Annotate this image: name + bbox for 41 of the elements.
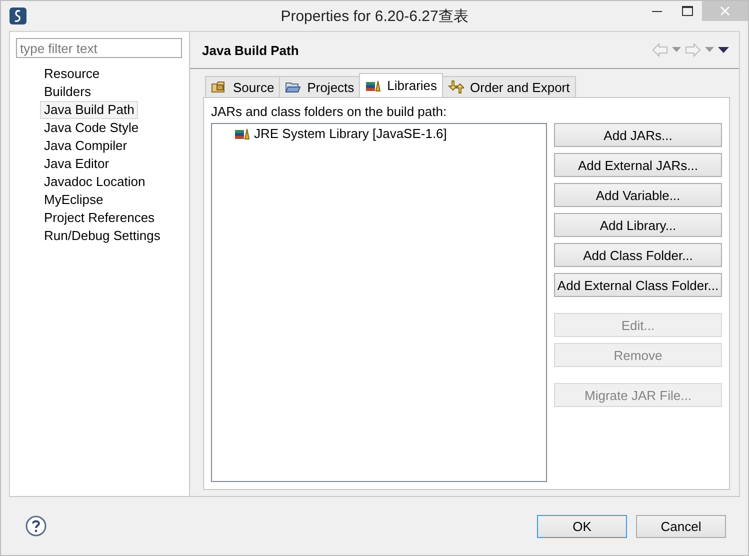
folder-package-icon — [211, 80, 227, 94]
forward-arrow-icon[interactable] — [685, 43, 701, 57]
dialog-button[interactable]: Cancel — [636, 514, 726, 538]
sidebar-item[interactable]: Java Code Style — [40, 119, 143, 137]
view-menu-icon[interactable] — [718, 46, 729, 54]
sidebar-item[interactable]: Javadoc Location — [40, 173, 150, 191]
sidebar-item[interactable]: Java Compiler — [40, 137, 132, 155]
tab[interactable]: Libraries — [359, 73, 444, 97]
up-down-arrows-icon — [448, 80, 464, 94]
tab[interactable]: Projects — [279, 76, 360, 97]
tab[interactable]: Order and Export — [442, 76, 576, 97]
tab[interactable]: Source — [205, 76, 280, 97]
books-icon — [365, 78, 382, 92]
sidebar-item[interactable]: Run/Debug Settings — [40, 227, 164, 245]
dialog-button[interactable]: OK — [537, 514, 627, 538]
back-arrow-icon[interactable] — [652, 43, 668, 57]
books-icon — [234, 126, 250, 140]
sidebar-item[interactable]: Builders — [40, 83, 95, 101]
open-folder-icon — [285, 80, 302, 94]
window-title: Properties for 6.20-6.27查表 — [280, 6, 470, 26]
dropdown-icon[interactable] — [705, 47, 714, 53]
app-icon — [9, 7, 27, 25]
filter-field[interactable]: type filter text — [16, 38, 182, 58]
action-button[interactable]: Add JARs... — [554, 123, 722, 147]
close-icon — [720, 6, 730, 16]
sidebar-item[interactable]: Project References — [40, 209, 159, 227]
sidebar-item[interactable]: Resource — [40, 65, 104, 83]
help-icon[interactable] — [25, 515, 47, 537]
library-entry[interactable]: JRE System Library [JavaSE-1.6] — [254, 126, 447, 141]
dropdown-icon[interactable] — [672, 47, 681, 53]
action-button[interactable]: Add Library... — [554, 213, 722, 237]
maximize-icon — [682, 6, 692, 16]
action-button[interactable]: Add Class Folder... — [554, 243, 722, 267]
sidebar-item[interactable]: Java Editor — [40, 155, 114, 173]
sidebar-item[interactable]: MyEclipse — [40, 191, 108, 209]
sidebar-item[interactable]: Java Build Path — [40, 101, 138, 119]
action-button[interactable]: Add External JARs... — [554, 153, 722, 177]
list-caption: JARs and class folders on the build path: — [211, 103, 448, 121]
action-button[interactable]: Add Variable... — [554, 183, 722, 207]
action-button[interactable]: Add External Class Folder... — [554, 273, 722, 297]
page-title: Java Build Path — [202, 42, 299, 58]
